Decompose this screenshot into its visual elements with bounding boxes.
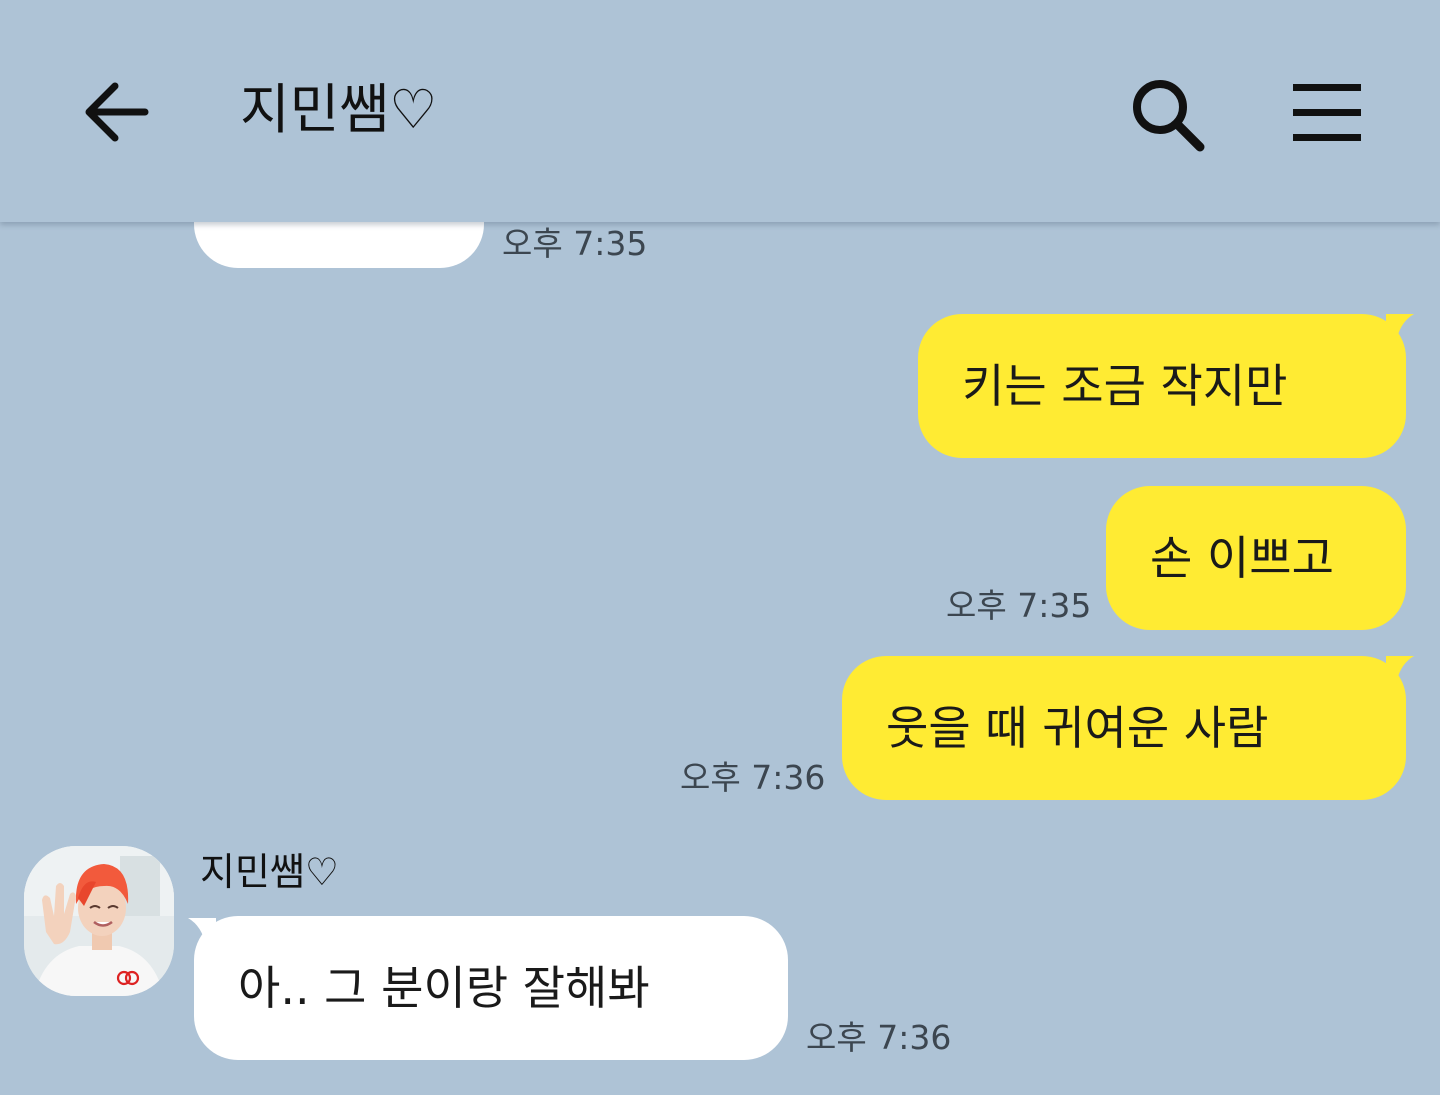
message-bubble-incoming[interactable]: 아.. 그 분이랑 잘해봐 [194, 916, 788, 1060]
message-text: 웃을 때 귀여운 사람 [886, 701, 1269, 755]
back-button[interactable] [78, 76, 154, 148]
profile-photo-icon [24, 846, 174, 996]
message-bubble-outgoing[interactable]: 키는 조금 작지만 [918, 314, 1406, 458]
message-text: 손 이쁘고 [1150, 531, 1334, 585]
message-bubble-outgoing[interactable]: 웃을 때 귀여운 사람 [842, 656, 1406, 800]
message-timestamp: 오후 7:36 [806, 1018, 952, 1057]
message-timestamp: 오후 7:35 [502, 224, 648, 263]
bubble-tail-icon [1386, 656, 1414, 684]
menu-button[interactable] [1288, 78, 1366, 146]
avatar[interactable] [24, 846, 174, 996]
search-button[interactable] [1126, 76, 1210, 154]
sender-name: 지민쌤♡ [200, 850, 339, 894]
chat-header: 지민쌤♡ [0, 0, 1440, 222]
message-timestamp: 오후 7:36 [680, 758, 826, 797]
message-timestamp: 오후 7:35 [946, 586, 1092, 625]
message-text: 아.. 그 분이랑 잘해봐 [238, 961, 650, 1015]
arrow-left-icon [85, 82, 149, 142]
chat-title: 지민쌤♡ [240, 78, 438, 141]
bubble-tail-icon [1386, 314, 1414, 342]
message-bubble-outgoing[interactable]: 손 이쁘고 [1106, 486, 1406, 630]
search-icon [1133, 80, 1205, 152]
message-text: 키는 조금 작지만 [962, 359, 1288, 413]
hamburger-menu-icon [1293, 84, 1361, 141]
